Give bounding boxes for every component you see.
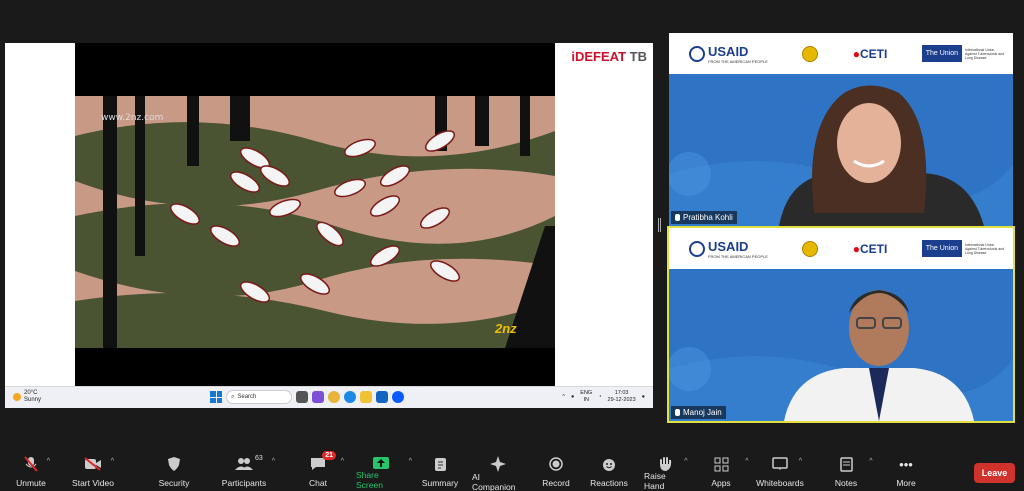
whiteboard-icon: ^ bbox=[772, 456, 802, 472]
taskbar-search[interactable]: ⌕ Search bbox=[226, 390, 292, 404]
chat-options-chevron-icon[interactable]: ^ bbox=[341, 458, 344, 465]
participants-options-chevron-icon[interactable]: ^ bbox=[272, 458, 275, 465]
usaid-logo: USAID FROM THE AMERICAN PEOPLE bbox=[689, 44, 768, 64]
more-button[interactable]: ••• More bbox=[894, 456, 918, 489]
file-explorer-icon[interactable] bbox=[360, 391, 372, 403]
chat-app-icon[interactable] bbox=[312, 391, 324, 403]
reactions-button[interactable]: Reactions bbox=[590, 456, 628, 488]
record-button[interactable]: Record bbox=[542, 456, 570, 488]
share-screen-icon: ^ bbox=[372, 456, 412, 470]
weather-desc: Sunny bbox=[24, 397, 42, 403]
whiteboards-options-chevron-icon[interactable]: ^ bbox=[799, 458, 802, 465]
video-watermark: www.2nz.com bbox=[101, 113, 164, 123]
hand-icon: ^ bbox=[659, 456, 688, 471]
wifi-icon[interactable]: ◔ bbox=[598, 394, 601, 401]
security-button[interactable]: Security bbox=[158, 456, 190, 488]
windows-taskbar: 20°C Sunny ⌕ Search ^ ● ENG IN ◔ 17:03 2… bbox=[5, 386, 653, 408]
usaid-logo: USAID FROM THE AMERICAN PEOPLE bbox=[689, 239, 768, 259]
ai-companion-button[interactable]: AI Companion bbox=[472, 456, 524, 491]
meeting-toolbar: ^ Unmute ^ Start Video Security 63 ^ Par… bbox=[0, 450, 1024, 491]
participants-button[interactable]: 63 ^ Participants bbox=[222, 455, 275, 488]
ceti-logo: ●CETI bbox=[852, 241, 888, 256]
unmute-options-chevron-icon[interactable]: ^ bbox=[47, 458, 50, 465]
emblem-icon bbox=[802, 45, 819, 62]
weather-temp: 20°C bbox=[24, 390, 38, 396]
share-screen-button[interactable]: ^ Share Screen bbox=[356, 456, 412, 490]
notes-icon: ^ bbox=[839, 456, 873, 472]
chat-button[interactable]: 21 ^ Chat bbox=[308, 451, 344, 488]
participant-name-label: Manoj Jain bbox=[671, 406, 726, 419]
apps-icon: ^ bbox=[714, 456, 749, 472]
edge-icon[interactable] bbox=[344, 391, 356, 403]
mic-icon bbox=[675, 409, 680, 416]
unmute-button[interactable]: ^ Unmute bbox=[16, 456, 50, 488]
search-icon: ⌕ bbox=[231, 393, 235, 400]
start-video-button[interactable]: ^ Start Video bbox=[72, 456, 114, 488]
animated-birds-scene bbox=[75, 96, 555, 348]
participant-name-label: Pratibha Kohli bbox=[671, 211, 737, 224]
video-options-chevron-icon[interactable]: ^ bbox=[111, 458, 114, 465]
apps-button[interactable]: ^ Apps bbox=[710, 456, 749, 488]
apps-options-chevron-icon[interactable]: ^ bbox=[745, 458, 748, 465]
notes-button[interactable]: ^ Notes bbox=[834, 456, 873, 488]
mic-muted-icon: ^ bbox=[24, 456, 50, 472]
sun-icon bbox=[13, 393, 21, 401]
video-off-icon: ^ bbox=[84, 456, 114, 472]
participants-count: 63 bbox=[255, 455, 263, 462]
chrome-icon[interactable] bbox=[328, 391, 340, 403]
mic-icon bbox=[675, 214, 680, 221]
windows-start-icon[interactable] bbox=[210, 391, 222, 403]
taskbar-apps: ⌕ Search bbox=[210, 390, 404, 404]
usaid-seal-icon bbox=[689, 240, 705, 257]
video-logo: 2nz bbox=[495, 321, 517, 336]
summary-icon bbox=[434, 456, 447, 472]
virtual-background-banner: USAID FROM THE AMERICAN PEOPLE ●CETI The … bbox=[669, 228, 1013, 269]
brand-tb: TB bbox=[629, 49, 647, 64]
raise-hand-options-chevron-icon[interactable]: ^ bbox=[684, 458, 687, 465]
weather-widget[interactable]: 20°C Sunny bbox=[13, 390, 41, 404]
share-options-chevron-icon[interactable]: ^ bbox=[409, 458, 412, 465]
chat-bubble-icon: 21 ^ bbox=[310, 451, 344, 472]
notes-options-chevron-icon[interactable]: ^ bbox=[869, 458, 872, 465]
summary-button[interactable]: Summary bbox=[422, 456, 458, 488]
leave-button[interactable]: Leave bbox=[974, 463, 1015, 483]
usaid-seal-icon bbox=[689, 45, 705, 62]
zoom-meeting-window: www.2nz.com 2nz iDEFEAT TB 20°C Sunny ⌕ … bbox=[0, 0, 1024, 491]
participant-tile[interactable]: USAID FROM THE AMERICAN PEOPLE ●CETI The … bbox=[669, 33, 1013, 226]
brand-main: iDEFEAT bbox=[571, 49, 627, 64]
ceti-logo: ●CETI bbox=[852, 46, 888, 61]
sparkle-icon bbox=[490, 456, 506, 472]
chat-unread-badge: 21 bbox=[322, 451, 336, 460]
system-tray: ^ ● ENG IN ◔ 17:03 29-12-2023 ● bbox=[562, 390, 645, 404]
union-logo: The Union International Union Against Tu… bbox=[921, 45, 1005, 62]
language-indicator[interactable]: ENG IN bbox=[580, 390, 592, 404]
whiteboards-button[interactable]: ^ Whiteboards bbox=[756, 456, 804, 488]
panel-resize-handle[interactable] bbox=[658, 218, 661, 232]
record-icon bbox=[549, 456, 563, 472]
chevron-up-icon[interactable]: ^ bbox=[562, 394, 565, 401]
mic-tray-icon[interactable]: ● bbox=[571, 394, 574, 401]
emblem-icon bbox=[802, 240, 819, 257]
task-view-icon[interactable] bbox=[296, 391, 308, 403]
clock[interactable]: 17:03 29-12-2023 bbox=[608, 390, 636, 404]
more-dots-icon: ••• bbox=[899, 456, 913, 472]
raise-hand-button[interactable]: ^ Raise Hand bbox=[644, 456, 688, 491]
smiley-icon bbox=[602, 456, 617, 472]
participant-video-manoj bbox=[784, 290, 974, 421]
participant-video-pratibha bbox=[779, 85, 984, 226]
shared-screen: www.2nz.com 2nz iDEFEAT TB 20°C Sunny ⌕ … bbox=[5, 43, 653, 408]
outlook-icon[interactable] bbox=[376, 391, 388, 403]
notification-bell-icon[interactable]: ● bbox=[642, 394, 645, 401]
zoom-app-icon[interactable] bbox=[392, 391, 404, 403]
slide-brand-logo: iDEFEAT TB bbox=[571, 49, 647, 64]
union-logo: The Union International Union Against Tu… bbox=[921, 240, 1005, 257]
people-icon: 63 ^ bbox=[235, 455, 275, 472]
participant-tile-active-speaker[interactable]: USAID FROM THE AMERICAN PEOPLE ●CETI The … bbox=[667, 226, 1015, 423]
shield-icon bbox=[168, 456, 180, 472]
search-placeholder: Search bbox=[237, 394, 257, 400]
shared-video: www.2nz.com 2nz bbox=[75, 43, 555, 388]
